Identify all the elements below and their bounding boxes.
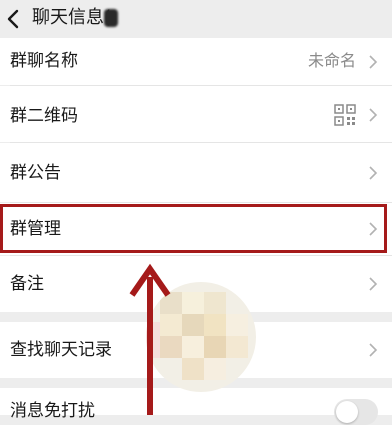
row-label: 消息免打扰 xyxy=(10,401,95,421)
chevron-right-icon xyxy=(369,108,378,122)
toggle-knob xyxy=(336,401,358,423)
row-group-name[interactable]: 群聊名称 未命名 xyxy=(0,38,392,85)
page-title: 聊天信息( xyxy=(32,7,112,28)
row-remark[interactable]: 备注 xyxy=(0,256,392,312)
row-label: 群管理 xyxy=(10,219,61,239)
chevron-right-icon xyxy=(369,166,378,180)
row-label: 群公告 xyxy=(10,163,61,183)
qr-code-icon xyxy=(334,104,356,126)
chevron-left-icon[interactable] xyxy=(4,8,22,30)
row-label: 查找聊天记录 xyxy=(10,340,112,360)
mute-toggle[interactable] xyxy=(334,399,378,425)
nav-bar: 聊天信息( xyxy=(0,0,392,38)
chevron-right-icon xyxy=(369,343,378,357)
chevron-right-icon xyxy=(369,222,378,236)
row-search-chat-history[interactable]: 查找聊天记录 xyxy=(0,322,392,378)
row-group-management[interactable]: 群管理 xyxy=(0,203,392,255)
row-label: 群二维码 xyxy=(10,106,78,126)
redacted-title-part xyxy=(104,9,118,27)
row-group-qr-code[interactable]: 群二维码 xyxy=(0,86,392,142)
row-label: 群聊名称 xyxy=(10,51,78,71)
chevron-right-icon xyxy=(369,277,378,291)
row-value: 未命名 xyxy=(307,51,356,70)
row-group-notice[interactable]: 群公告 xyxy=(0,143,392,202)
row-label: 备注 xyxy=(10,274,44,294)
chevron-right-icon xyxy=(369,55,378,69)
